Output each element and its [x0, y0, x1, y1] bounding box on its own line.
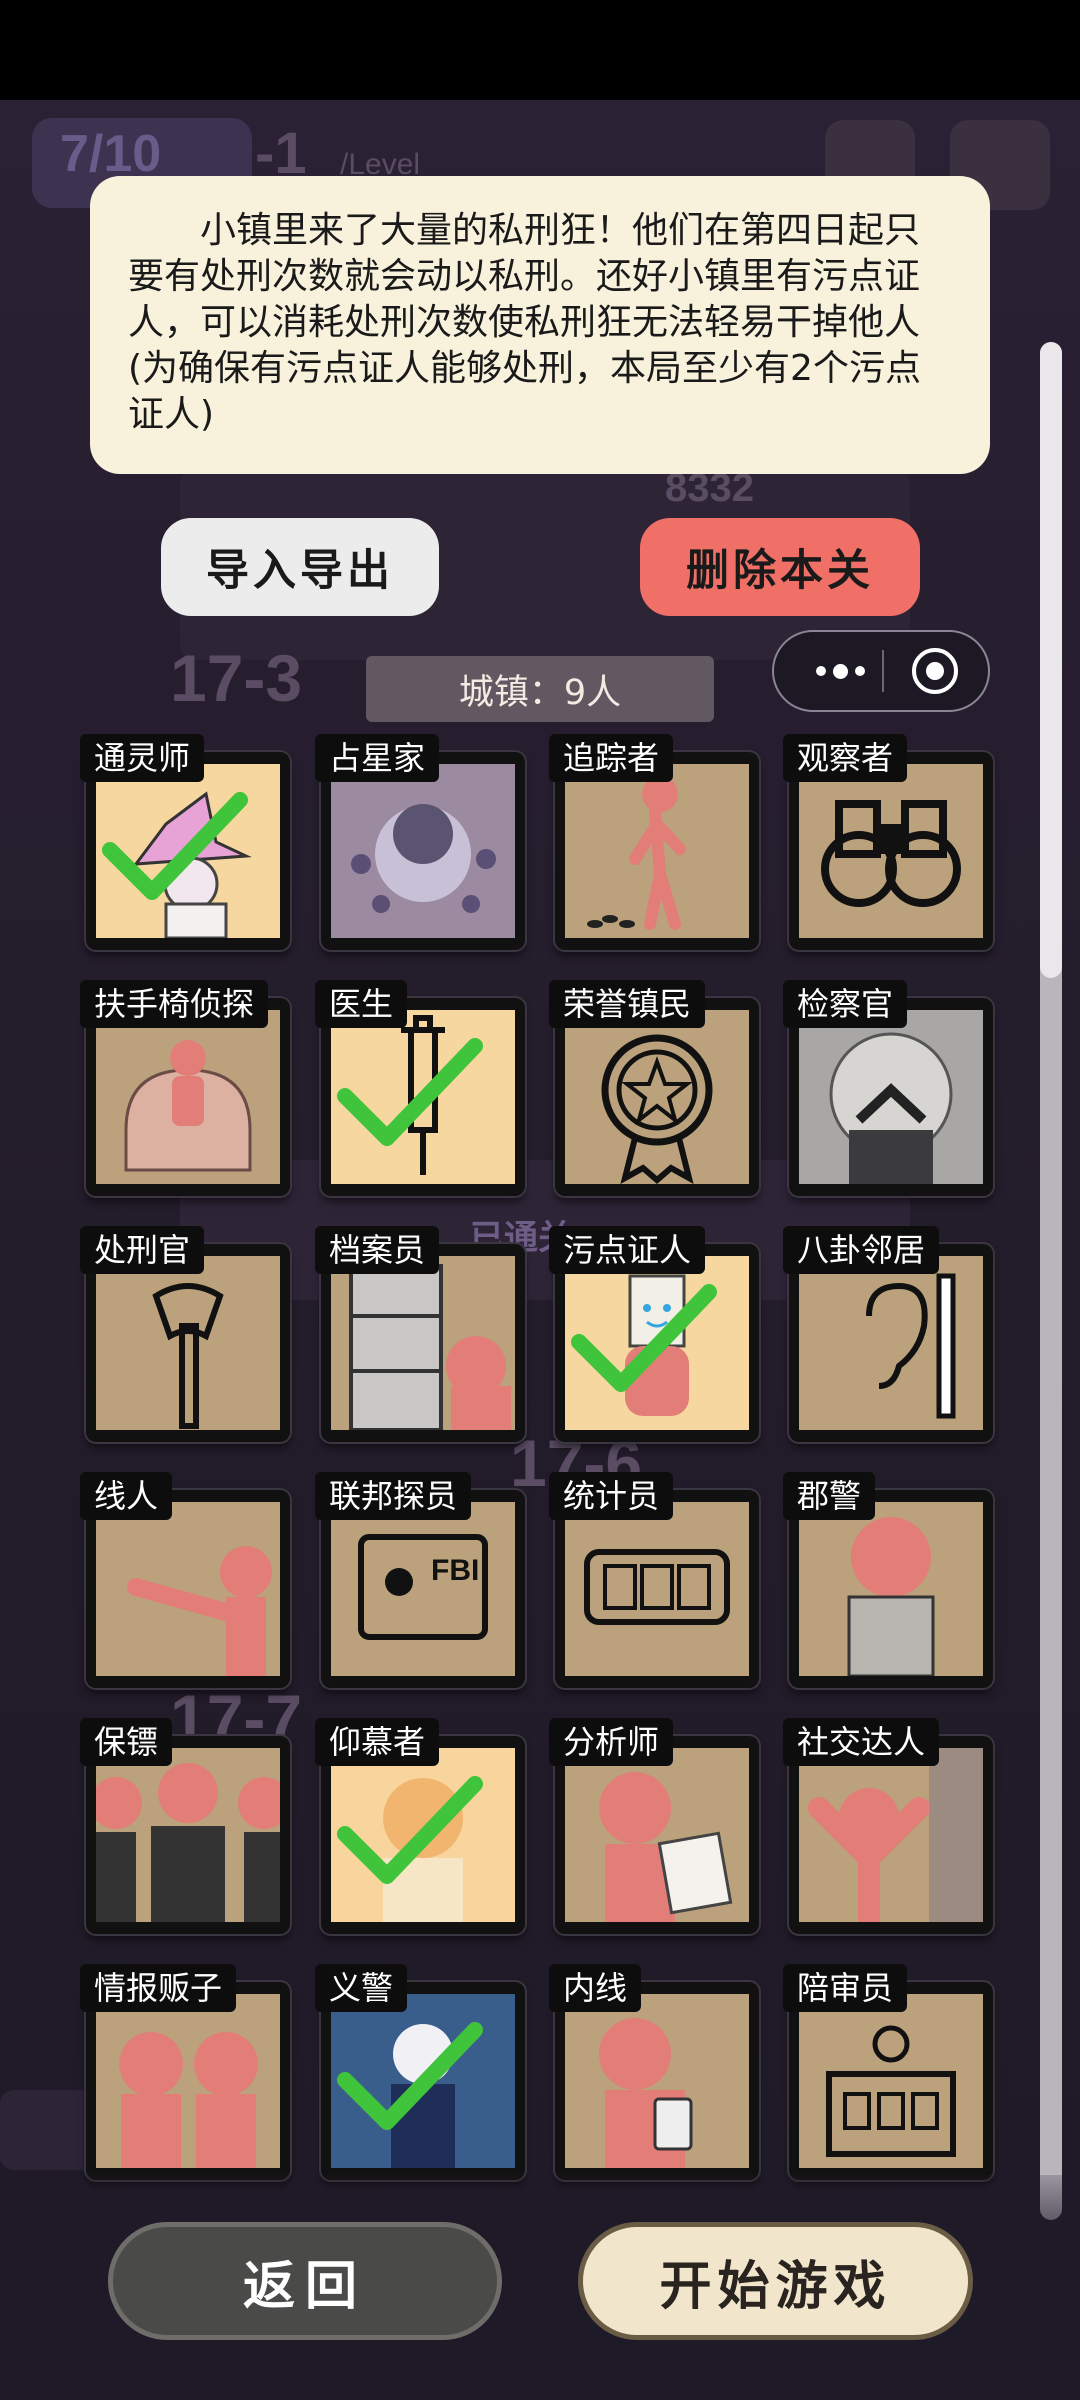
role-card[interactable]: 社交达人 — [783, 1718, 993, 1934]
target-circle-icon[interactable] — [912, 648, 958, 694]
role-card[interactable]: 检察官 — [783, 980, 993, 1196]
role-card[interactable]: 情报贩子 — [80, 1964, 290, 2180]
role-name-label: 处刑官 — [80, 1226, 205, 1274]
role-name-label: 占星家 — [315, 734, 440, 782]
check-mark-icon — [571, 1284, 717, 1392]
medal-icon — [565, 1010, 749, 1184]
fbi-badge-icon: FBI — [331, 1502, 515, 1676]
role-name-label: 仰慕者 — [315, 1718, 440, 1766]
astrologer-portrait-icon — [331, 764, 515, 938]
role-name-label: 医生 — [315, 980, 408, 1028]
role-card[interactable]: 追踪者 — [549, 734, 759, 950]
bookshelf-icon — [331, 1256, 515, 1430]
delete-level-button[interactable]: 删除本关 — [640, 518, 920, 616]
role-name-label: 观察者 — [783, 734, 908, 782]
svg-text:FBI: FBI — [431, 1554, 479, 1587]
town-count-badge: 城镇：9人 — [366, 656, 714, 722]
check-mark-icon — [337, 1776, 483, 1884]
role-card[interactable]: 处刑官 — [80, 1226, 290, 1442]
more-dots-icon[interactable] — [794, 632, 886, 710]
role-name-label: 线人 — [80, 1472, 173, 1520]
role-name-label: 郡警 — [783, 1472, 876, 1520]
ear-wall-icon — [799, 1256, 983, 1430]
whispering-figures-icon — [96, 1994, 280, 2168]
footprints-icon — [565, 764, 749, 938]
check-mark-icon — [102, 792, 248, 900]
energy-count: 7/10 — [60, 125, 162, 183]
start-game-button[interactable]: 开始游戏 — [578, 2222, 973, 2340]
capsule-divider — [882, 650, 884, 692]
waving-figure-icon — [799, 1748, 983, 1922]
role-card[interactable]: 扶手椅侦探 — [80, 980, 290, 1196]
bg-level-17-3: 17-3 — [170, 641, 303, 715]
role-card[interactable]: 档案员 — [315, 1226, 525, 1442]
role-name-label: 污点证人 — [549, 1226, 706, 1274]
analyst-papers-icon — [565, 1748, 749, 1922]
role-name-label: 追踪者 — [549, 734, 674, 782]
role-card[interactable]: 通灵师 — [80, 734, 290, 950]
role-card[interactable]: 保镖 — [80, 1718, 290, 1934]
role-name-label: 扶手椅侦探 — [80, 980, 269, 1028]
role-card[interactable]: 污点证人 — [549, 1226, 759, 1442]
bodyguards-icon — [96, 1748, 280, 1922]
role-card[interactable]: 荣誉镇民 — [549, 980, 759, 1196]
check-mark-icon — [337, 1038, 483, 1146]
role-card[interactable]: 义警 — [315, 1964, 525, 2180]
role-name-label: 分析师 — [549, 1718, 674, 1766]
role-card[interactable]: 内线 — [549, 1964, 759, 2180]
role-name-label: 档案员 — [315, 1226, 440, 1274]
role-card[interactable]: 统计员 — [549, 1472, 759, 1688]
binoculars-icon — [799, 764, 983, 938]
import-export-button[interactable]: 导入导出 — [161, 518, 439, 616]
role-card[interactable]: 线人 — [80, 1472, 290, 1688]
role-name-label: 情报贩子 — [80, 1964, 237, 2012]
role-name-label: 统计员 — [549, 1472, 674, 1520]
role-name-label: 义警 — [315, 1964, 408, 2012]
jury-box-icon — [799, 1994, 983, 2168]
role-card[interactable]: 仰慕者 — [315, 1718, 525, 1934]
level-description-tooltip: 小镇里来了大量的私刑狂！他们在第四日起只要有处刑次数就会动以私刑。还好小镇里有污… — [90, 176, 990, 474]
game-screen: 7/10 -1 /Level 8332 17-3 已通关 17-6 17-7 小… — [0, 100, 1080, 2400]
sheriff-icon — [799, 1502, 983, 1676]
pointing-figure-icon — [96, 1502, 280, 1676]
role-name-label: 八卦邻居 — [783, 1226, 940, 1274]
insider-phone-icon — [565, 1994, 749, 2168]
role-name-label: 通灵师 — [80, 734, 205, 782]
armchair-icon — [96, 1010, 280, 1184]
role-name-label: 内线 — [549, 1964, 642, 2012]
role-name-label: 荣誉镇民 — [549, 980, 706, 1028]
role-name-label: 检察官 — [783, 980, 908, 1028]
role-name-label: 保镖 — [80, 1718, 173, 1766]
role-card[interactable]: FBI 联邦探员 — [315, 1472, 525, 1688]
role-card[interactable]: 占星家 — [315, 734, 525, 950]
back-button[interactable]: 返回 — [108, 2222, 502, 2340]
check-mark-icon — [337, 2022, 483, 2130]
prosecutor-portrait-icon — [799, 1010, 983, 1184]
role-card[interactable]: 分析师 — [549, 1718, 759, 1934]
role-card[interactable]: 郡警 — [783, 1472, 993, 1688]
role-name-label: 社交达人 — [783, 1718, 940, 1766]
role-name-label: 联邦探员 — [315, 1472, 472, 1520]
role-name-label: 陪审员 — [783, 1964, 908, 2012]
level-description-text: 小镇里来了大量的私刑狂！他们在第四日起只要有处刑次数就会动以私刑。还好小镇里有污… — [128, 210, 921, 435]
axe-icon — [96, 1256, 280, 1430]
mini-program-capsule — [772, 630, 990, 712]
scrollbar-thumb[interactable] — [1040, 342, 1062, 978]
role-card[interactable]: 观察者 — [783, 734, 993, 950]
role-card[interactable]: 八卦邻居 — [783, 1226, 993, 1442]
counter-icon — [565, 1502, 749, 1676]
role-card[interactable]: 医生 — [315, 980, 525, 1196]
role-card[interactable]: 陪审员 — [783, 1964, 993, 2180]
status-bar — [0, 0, 1080, 100]
